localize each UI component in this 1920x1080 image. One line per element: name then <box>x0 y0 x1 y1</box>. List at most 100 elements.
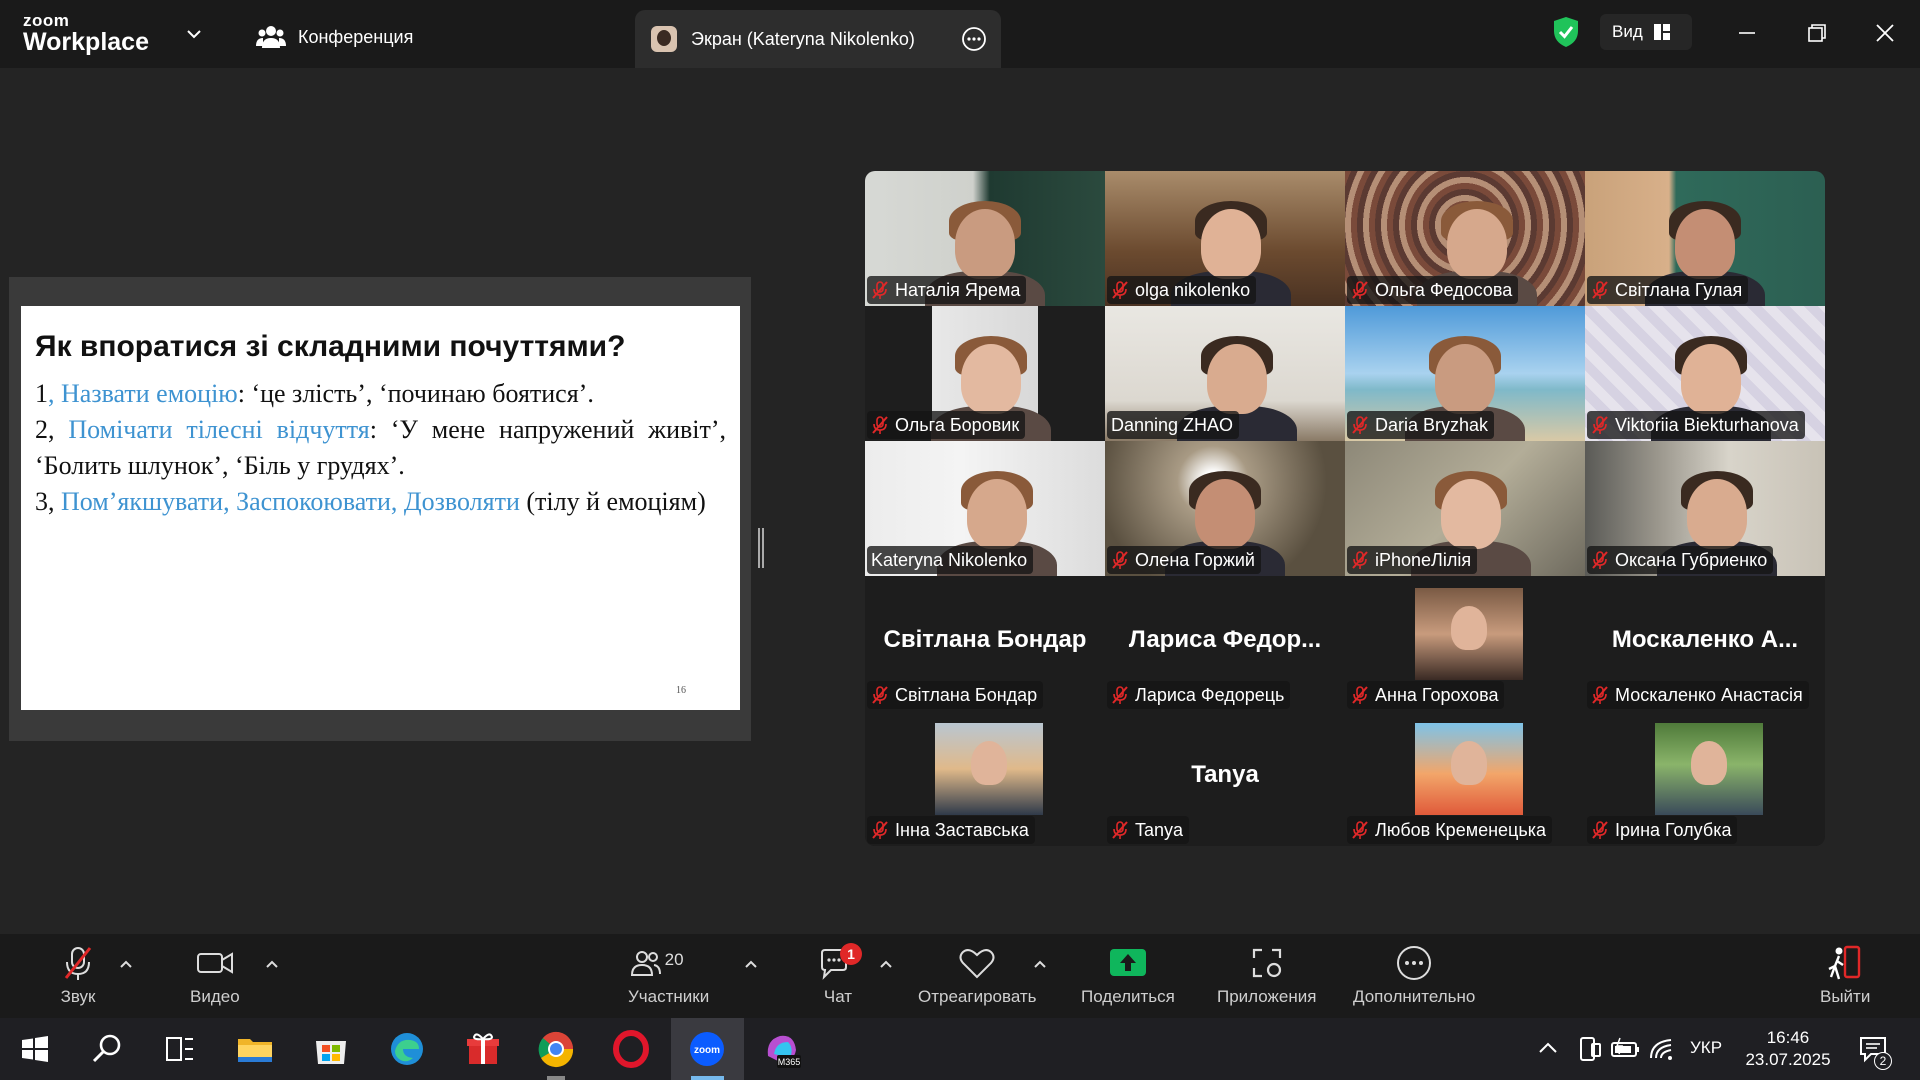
participant-tile[interactable]: Любов Кременецька <box>1345 711 1585 846</box>
participants-button[interactable]: 20 Участники <box>628 934 709 1018</box>
participant-display-name: Світлана Бондар <box>883 626 1087 653</box>
chevron-down-icon[interactable] <box>184 24 204 44</box>
participant-tile[interactable]: Москаленко А... Москаленко Анастасія <box>1585 576 1825 711</box>
participant-tile[interactable]: Анна Горохова <box>1345 576 1585 711</box>
apps-button[interactable]: Приложения <box>1217 934 1316 1018</box>
more-icon <box>1397 946 1432 980</box>
zoom-app-icon[interactable]: zoom <box>686 1028 728 1070</box>
avatar-face <box>1691 741 1727 785</box>
more-button[interactable]: Дополнительно <box>1353 934 1475 1018</box>
participant-name-bar: Наталія Ярема <box>867 276 1027 304</box>
encryption-shield-icon[interactable] <box>1552 16 1580 48</box>
participants-caret-icon[interactable] <box>743 956 759 972</box>
search-icon[interactable] <box>86 1028 128 1070</box>
react-button[interactable]: Отреагировать <box>918 934 1037 1018</box>
chat-button[interactable]: 1 Чат <box>818 934 862 1018</box>
avatar-face <box>1451 741 1487 785</box>
gift-app-icon[interactable] <box>462 1028 504 1070</box>
task-view-icon[interactable] <box>158 1028 200 1070</box>
mic-muted-icon <box>1592 821 1608 839</box>
leave-button[interactable]: Выйти <box>1820 934 1870 1018</box>
participant-face <box>967 479 1027 549</box>
view-button[interactable]: Вид <box>1600 14 1692 50</box>
grid-view-icon <box>1653 24 1670 40</box>
participants-icon <box>630 951 661 976</box>
participant-tile[interactable]: Daria Bryzhak <box>1345 306 1585 441</box>
participants-count: 20 <box>664 950 684 969</box>
participant-tile[interactable]: Viktoriia Biekturhanova <box>1585 306 1825 441</box>
participant-display-name: Москаленко А... <box>1611 626 1799 653</box>
minimize-icon[interactable] <box>1730 16 1764 50</box>
share-button[interactable]: Поделиться <box>1081 934 1175 1018</box>
zoom-workplace-logo[interactable]: zoom Workplace <box>23 12 149 55</box>
participant-tile[interactable]: Світлана Бондар Світлана Бондар <box>865 576 1105 711</box>
participant-face <box>1195 479 1255 549</box>
clock[interactable]: 16:46 23.07.2025 <box>1742 1027 1834 1071</box>
participant-avatar <box>935 723 1043 815</box>
heart-icon <box>959 949 995 979</box>
mic-muted-icon <box>1112 281 1128 299</box>
participant-face <box>1201 209 1261 279</box>
file-explorer-icon[interactable] <box>234 1028 276 1070</box>
meeting-tab[interactable]: Конференция <box>256 20 413 54</box>
tray-overflow-chevron-icon[interactable] <box>1530 1030 1566 1066</box>
more-options-icon[interactable] <box>961 26 987 52</box>
participant-name: iPhoneЛілія <box>1375 549 1472 570</box>
participant-tile[interactable]: Лариса Федор... Лариса Федорець <box>1105 576 1345 711</box>
participant-tile[interactable]: Kateryna Nikolenko <box>865 441 1105 576</box>
close-icon[interactable] <box>1868 16 1902 50</box>
participant-name: Інна Заставська <box>895 819 1029 840</box>
mic-muted-icon <box>1592 416 1608 434</box>
avatar-face <box>971 741 1007 785</box>
chat-label: Чат <box>823 987 853 1006</box>
participant-tile[interactable]: Оксана Губриенко <box>1585 441 1825 576</box>
view-label: Вид <box>1612 22 1643 41</box>
participant-tile[interactable]: Ольга Федосова <box>1345 171 1585 306</box>
microsoft-store-icon[interactable] <box>310 1028 352 1070</box>
video-button[interactable]: Видео <box>190 934 240 1018</box>
edge-browser-icon[interactable] <box>386 1028 428 1070</box>
participant-tile[interactable]: Інна Заставська <box>865 711 1105 846</box>
audio-button[interactable]: Звук <box>58 934 98 1018</box>
video-caret-icon[interactable] <box>264 956 280 972</box>
participant-tile[interactable]: Олена Горжий <box>1105 441 1345 576</box>
participant-name: Наталія Ярема <box>895 279 1021 300</box>
mic-muted-icon <box>1352 686 1368 704</box>
leave-label: Выйти <box>1820 987 1871 1006</box>
keyboard-language[interactable]: УКР <box>1690 1038 1722 1058</box>
participant-name: Світлана Бондар <box>895 684 1038 705</box>
microsoft-365-icon[interactable]: M365 <box>760 1028 802 1070</box>
split-view-handle[interactable] <box>758 528 764 568</box>
participant-name-bar: Світлана Гулая <box>1587 276 1749 304</box>
mic-muted-icon <box>1592 686 1608 704</box>
participant-tile[interactable]: Tanya Tanya <box>1105 711 1345 846</box>
wifi-icon[interactable] <box>1646 1032 1680 1066</box>
mic-muted-icon <box>1112 686 1128 704</box>
participant-tile[interactable]: Ірина Голубка <box>1585 711 1825 846</box>
opera-browser-icon[interactable] <box>610 1028 652 1070</box>
participant-name: Лариса Федорець <box>1135 684 1285 705</box>
participant-tile[interactable]: Ольга Боровик <box>865 306 1105 441</box>
participant-tile[interactable]: Наталія Ярема <box>865 171 1105 306</box>
audio-caret-icon[interactable] <box>118 956 134 972</box>
react-caret-icon[interactable] <box>1032 956 1048 972</box>
participant-name: Daria Bryzhak <box>1375 414 1489 435</box>
participant-name: Kateryna Nikolenko <box>871 549 1028 570</box>
windows-start-icon[interactable] <box>14 1028 56 1070</box>
chrome-browser-icon[interactable] <box>535 1028 577 1070</box>
participant-name-bar: Оксана Губриенко <box>1587 546 1774 574</box>
participant-face <box>1675 209 1735 279</box>
participant-name-bar: Danning ZHAO <box>1107 411 1240 439</box>
leave-icon <box>1828 945 1861 980</box>
participant-tile[interactable]: olga nikolenko <box>1105 171 1345 306</box>
phone-link-icon[interactable] <box>1572 1032 1606 1066</box>
participant-tile[interactable]: Danning ZHAO <box>1105 306 1345 441</box>
share-label: Поделиться <box>1081 987 1175 1006</box>
participant-tile[interactable]: Світлана Гулая <box>1585 171 1825 306</box>
chat-caret-icon[interactable] <box>878 956 894 972</box>
participant-tile[interactable]: iPhoneЛілія <box>1345 441 1585 576</box>
restore-icon[interactable] <box>1800 16 1834 50</box>
screen-share-tab[interactable]: Экран (Kateryna Nikolenko) <box>635 10 1001 68</box>
battery-icon[interactable] <box>1608 1032 1642 1066</box>
title-bar: zoom Workplace Конференция Экран (Katery… <box>0 0 1920 68</box>
